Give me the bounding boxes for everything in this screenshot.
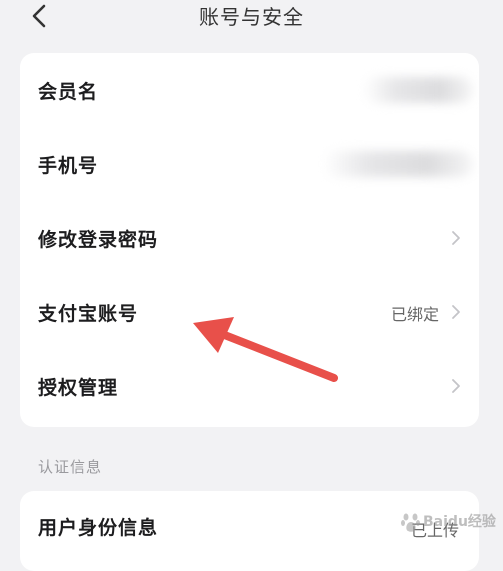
account-settings-card: 会员名 手机号 修改登录密码 支付宝账号 已绑定 授权管理: [20, 53, 479, 427]
member-name-value-blurred: [363, 77, 473, 103]
nav-bar: 账号与安全: [0, 0, 503, 44]
phone-number-row[interactable]: 手机号: [20, 127, 479, 201]
change-password-label: 修改登录密码: [38, 229, 159, 251]
change-password-row[interactable]: 修改登录密码: [20, 201, 479, 275]
phone-number-value-blurred: [323, 151, 473, 177]
alipay-bound-status: 已绑定: [390, 305, 439, 324]
authorization-management-row[interactable]: 授权管理: [20, 349, 479, 423]
authorization-management-label: 授权管理: [38, 377, 119, 399]
member-name-row[interactable]: 会员名: [20, 53, 479, 127]
page-title: 账号与安全: [199, 5, 304, 29]
watermark-text: Baidu经验: [423, 514, 496, 530]
paw-logo-icon: [401, 513, 420, 532]
member-name-label: 会员名: [38, 81, 99, 103]
alipay-account-label: 支付宝账号: [38, 303, 139, 325]
alipay-account-row[interactable]: 支付宝账号 已绑定: [20, 275, 479, 349]
identity-info-label: 用户身份信息: [38, 517, 159, 539]
verification-section-title: 认证信息: [38, 458, 103, 476]
chevron-right-icon: [452, 379, 460, 393]
chevron-right-icon: [452, 231, 460, 245]
baidu-watermark: Baidu经验: [401, 508, 497, 538]
phone-number-label: 手机号: [38, 155, 99, 177]
chevron-right-icon: [452, 305, 460, 319]
